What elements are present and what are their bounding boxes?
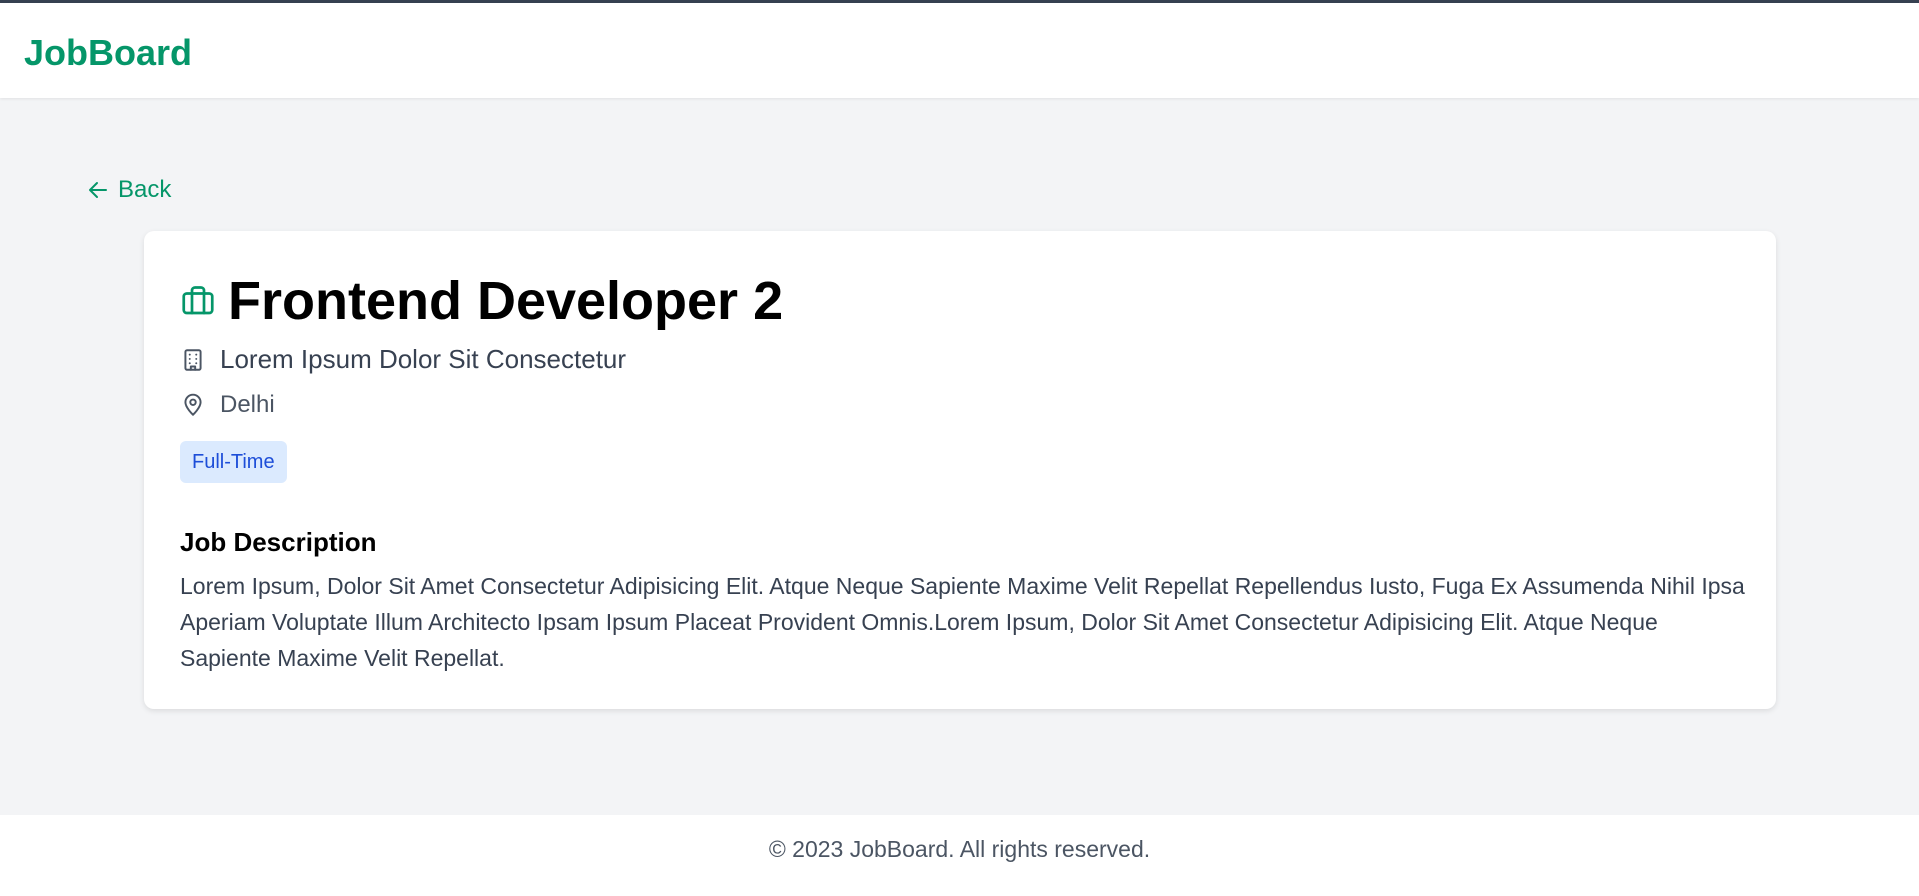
- company-name: Lorem Ipsum Dolor Sit Consectetur: [220, 344, 627, 374]
- job-detail-card: Frontend Developer 2 Lorem Ipsum Dolor S…: [144, 231, 1776, 709]
- brand-logo-link[interactable]: JobBoard: [24, 33, 192, 73]
- map-pin-icon: [184, 393, 202, 416]
- briefcase-icon: [182, 286, 214, 315]
- copyright-text: © 2023 JobBoard. All rights reserved.: [768, 836, 1151, 862]
- job-description-text: Lorem Ipsum, Dolor Sit Amet Consectetur …: [180, 573, 1745, 671]
- location-row: Delhi: [180, 391, 275, 419]
- location-name: Delhi: [220, 391, 275, 418]
- back-label: Back: [118, 176, 172, 203]
- site-header: JobBoard: [0, 3, 1919, 98]
- company-row: Lorem Ipsum Dolor Sit Consectetur: [180, 344, 626, 375]
- building-icon: [184, 348, 202, 371]
- arrow-left-icon: [89, 182, 107, 198]
- site-footer: © 2023 JobBoard. All rights reserved.: [0, 815, 1919, 896]
- job-type-badge: Full-Time: [180, 441, 287, 483]
- job-title: Frontend Developer 2: [228, 271, 784, 331]
- job-description-heading: Job Description: [180, 527, 377, 557]
- back-button[interactable]: Back: [86, 176, 171, 204]
- job-title-row: Frontend Developer 2: [180, 269, 783, 333]
